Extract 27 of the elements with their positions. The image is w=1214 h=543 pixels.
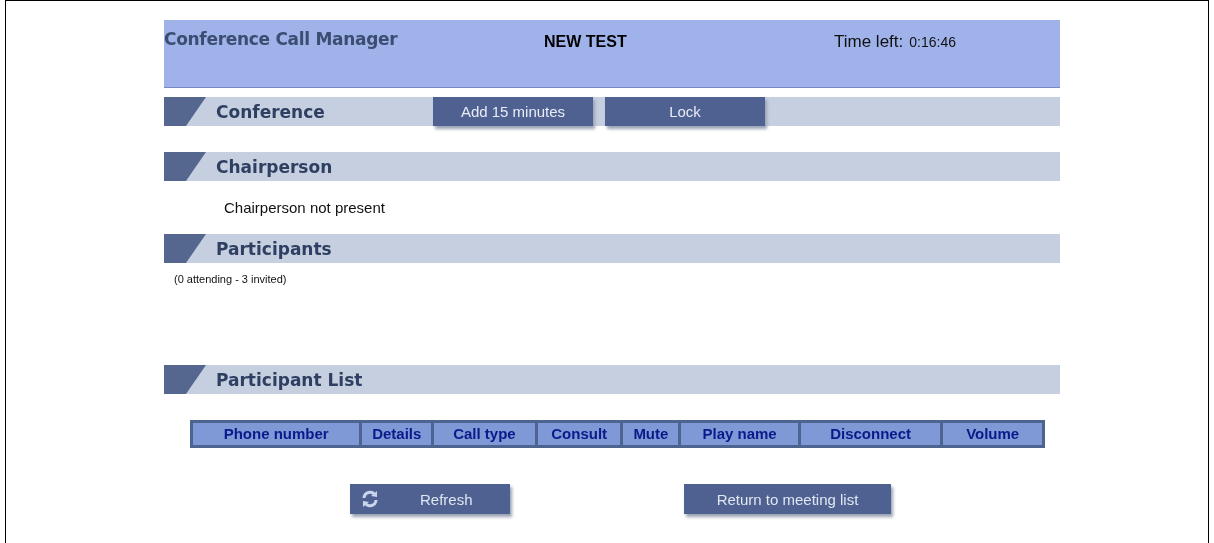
section-title: Participant List [216, 369, 364, 390]
column-header: Disconnect [800, 423, 941, 445]
refresh-icon [360, 489, 380, 509]
conference-button[interactable]: Add 15 minutes [433, 97, 593, 126]
conference-name: NEW TEST [544, 33, 628, 51]
column-header: Volume [943, 423, 1042, 445]
section-slant-icon [164, 234, 206, 263]
refresh-button[interactable]: Refresh [350, 484, 510, 514]
participant-count: (0 attending - 3 invited) [173, 273, 288, 285]
time-left-label: Time left: [834, 32, 904, 52]
column-header: Consult [537, 423, 621, 445]
column-header: Mute [623, 423, 679, 445]
app-title: Conference Call Manager [164, 29, 399, 49]
return-button[interactable]: Return to meeting list [684, 484, 891, 514]
section-title: Chairperson [216, 156, 334, 177]
conference-button[interactable]: Lock [605, 97, 765, 126]
section-title: Conference [216, 101, 326, 122]
column-header: Phone number [193, 423, 360, 445]
chairperson-status: Chairperson not present [223, 199, 385, 216]
section-slant-icon [164, 152, 206, 181]
time-left-value: 0:16:46 [909, 34, 956, 50]
column-header: Call type [434, 423, 535, 445]
column-header: Play name [681, 423, 798, 445]
section-slant-icon [164, 365, 206, 394]
section-slant-icon [164, 97, 206, 126]
section-title: Participants [216, 238, 333, 259]
column-header: Details [362, 423, 432, 445]
